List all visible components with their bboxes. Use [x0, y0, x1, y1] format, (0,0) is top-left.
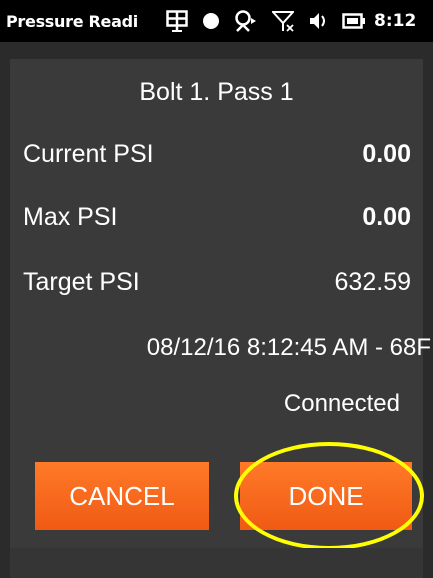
no-signal-icon	[272, 10, 294, 32]
status-icons	[166, 10, 366, 32]
network-sync-icon	[234, 10, 258, 32]
current-psi-value: 0.00	[362, 140, 411, 168]
target-psi-label: Target PSI	[23, 268, 140, 296]
status-bar: Pressure Readi 8:12	[0, 0, 433, 42]
target-psi-value: 632.59	[334, 268, 411, 296]
record-dot-icon	[202, 12, 220, 30]
max-psi-label: Max PSI	[23, 203, 118, 231]
bolt-pass-heading: Bolt 1. Pass 1	[139, 78, 294, 106]
current-psi-label: Current PSI	[23, 140, 154, 168]
bottom-band	[10, 548, 423, 578]
connection-status: Connected	[283, 390, 400, 417]
done-button[interactable]: DONE	[240, 462, 412, 530]
app-grid-icon[interactable]	[166, 10, 188, 32]
app-title: Pressure Readi	[6, 11, 138, 31]
max-psi-value: 0.00	[362, 203, 411, 231]
cancel-button[interactable]: CANCEL	[35, 462, 209, 530]
status-time: 8:12	[374, 11, 417, 31]
battery-icon	[342, 12, 366, 30]
speaker-icon[interactable]	[308, 11, 328, 31]
reading-timestamp: 08/12/16 8:12:45 AM - 68F	[146, 334, 431, 361]
